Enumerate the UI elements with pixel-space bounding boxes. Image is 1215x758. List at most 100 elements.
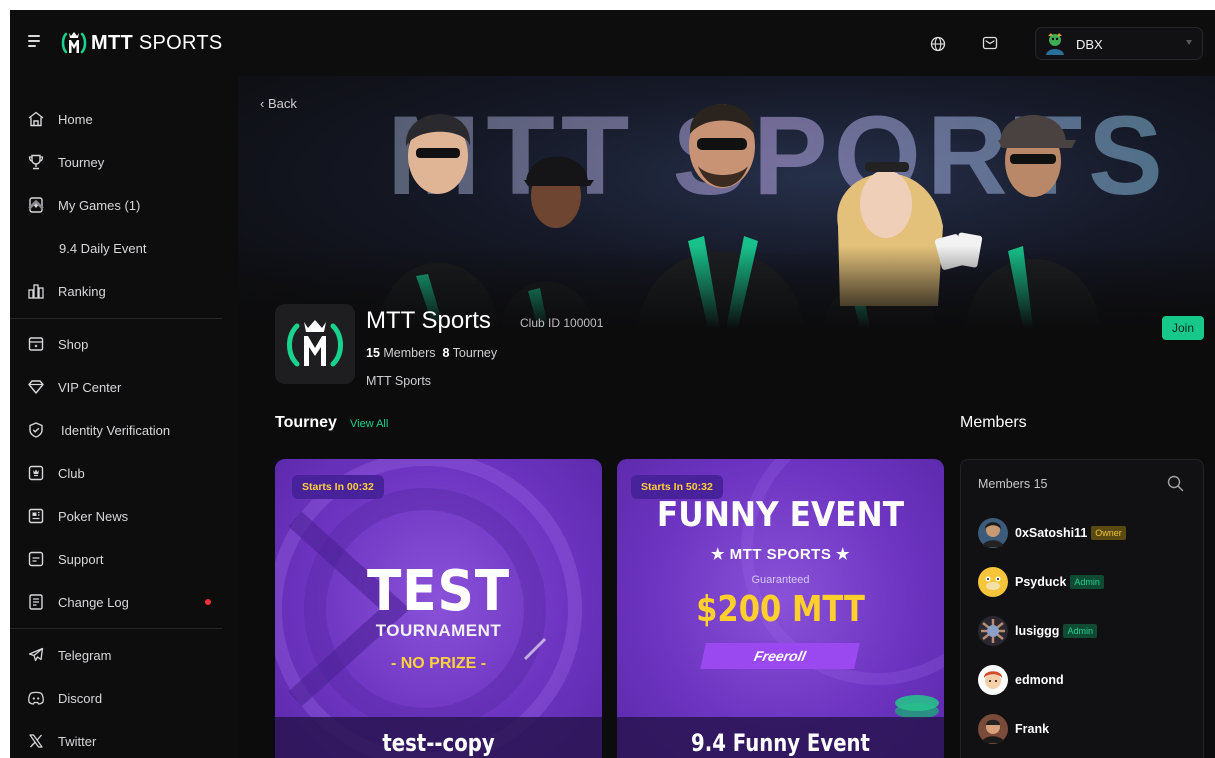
sidebar-item-label: Shop	[58, 336, 89, 352]
inbox-icon[interactable]	[982, 35, 998, 51]
join-button[interactable]: Join	[1162, 316, 1204, 340]
member-name: Psyduck	[1015, 575, 1067, 589]
sidebar-item-label: Tourney	[58, 154, 105, 170]
club-description: MTT Sports	[366, 374, 432, 388]
sidebar-item-change-log[interactable]: Change Log	[10, 585, 238, 619]
role-badge: Admin	[1063, 624, 1097, 638]
sidebar-divider	[10, 628, 222, 629]
card-art-prize: $200 MTT	[696, 589, 865, 630]
sidebar-item-telegram[interactable]: Telegram	[10, 638, 238, 672]
card-art-guaranteed: Guaranteed	[751, 574, 810, 586]
chevron-up-icon[interactable]	[27, 196, 45, 214]
sidebar-item-tourney[interactable]: Tourney	[10, 145, 238, 179]
sidebar: Home Tourney My Games (1) 9.4 Daily Even…	[10, 76, 238, 758]
sidebar-item-label: Telegram	[58, 647, 112, 663]
member-row[interactable]: edmond	[977, 663, 1197, 697]
member-row[interactable]: Psyduck Admin	[977, 565, 1197, 599]
card-title: test--copy	[382, 729, 495, 757]
sidebar-item-identity-verification[interactable]: Identity Verification	[10, 413, 238, 447]
sidebar-item-discord[interactable]: Discord	[10, 681, 238, 715]
avatar	[978, 567, 1008, 597]
avatar	[978, 616, 1008, 646]
user-menu[interactable]: DBX	[1035, 27, 1203, 60]
tourney-card[interactable]: Starts In 50:32 FUNNY EVENT ★ MTT SPORTS…	[617, 459, 944, 758]
member-row[interactable]: 0xSatoshi11 Owner	[977, 516, 1197, 550]
user-avatar	[1046, 33, 1064, 55]
user-name: DBX	[1076, 37, 1103, 52]
club-name: MTT Sports	[366, 307, 491, 334]
news-icon	[28, 508, 44, 524]
sidebar-item-daily-event[interactable]: 9.4 Daily Event	[10, 231, 238, 265]
back-link[interactable]: ‹ Back	[260, 96, 297, 111]
sidebar-item-club[interactable]: Club	[10, 456, 238, 490]
role-badge: Owner	[1091, 526, 1126, 540]
sidebar-item-shop[interactable]: Shop	[10, 327, 238, 361]
sidebar-item-label: Poker News	[58, 508, 129, 524]
changelog-icon	[29, 594, 43, 610]
globe-icon[interactable]	[930, 36, 946, 52]
shop-icon	[28, 337, 44, 351]
trophy-icon	[28, 154, 44, 170]
club-id: Club ID 100001	[520, 316, 604, 330]
mtt-logo-icon	[61, 32, 87, 54]
search-icon[interactable]	[1167, 475, 1184, 492]
chevron-down-icon	[1186, 40, 1192, 45]
club-icon	[28, 465, 44, 481]
members-count: Members 15	[978, 477, 1048, 491]
telegram-icon	[28, 647, 44, 662]
sidebar-item-label: VIP Center	[58, 379, 122, 395]
top-bar: MTT SPORTS DBX	[10, 10, 1215, 76]
card-art-freeroll: Freeroll	[700, 643, 860, 669]
role-badge: Admin	[1070, 575, 1104, 589]
member-row[interactable]: lusiggg Admin	[977, 614, 1197, 648]
sidebar-item-label: 9.4 Daily Event	[59, 240, 147, 256]
sidebar-item-label: My Games (1)	[58, 197, 141, 213]
main-content: MTT SPORTS ‹ Back MTT Sports Club ID 100…	[238, 76, 1215, 758]
sidebar-item-twitter[interactable]: Twitter	[10, 724, 238, 758]
sidebar-item-home[interactable]: Home	[10, 102, 238, 136]
member-row[interactable]: Frank	[977, 712, 1197, 746]
sidebar-divider	[10, 318, 222, 319]
card-art-title: FUNNY EVENT	[656, 495, 905, 535]
brand-name: MTT SPORTS	[91, 31, 223, 54]
sidebar-item-support[interactable]: Support	[10, 542, 238, 576]
member-name: edmond	[1015, 673, 1064, 687]
avatar	[978, 665, 1008, 695]
discord-icon	[28, 691, 44, 705]
view-all-link[interactable]: View All	[350, 418, 388, 430]
card-art-subtitle: TOURNAMENT	[375, 621, 502, 640]
sidebar-item-label: Discord	[58, 690, 103, 706]
shield-check-icon	[29, 422, 43, 438]
tourney-card[interactable]: Starts In 00:32 TEST TOURNAMENT - NO PRI…	[275, 459, 602, 758]
card-art-subtitle: ★ MTT SPORTS ★	[711, 546, 850, 563]
hamburger-menu-icon[interactable]	[28, 35, 40, 47]
brand[interactable]: MTT SPORTS	[60, 29, 223, 57]
members-section-title: Members	[960, 414, 1027, 431]
club-logo	[275, 304, 355, 384]
sidebar-item-label: Club	[58, 465, 85, 481]
sidebar-item-poker-news[interactable]: Poker News	[10, 499, 238, 533]
club-stats: 15 Members 8 Tourney	[366, 346, 498, 360]
club-banner: MTT SPORTS ‹ Back	[238, 76, 1215, 328]
home-icon	[28, 111, 44, 127]
sidebar-item-vip-center[interactable]: VIP Center	[10, 370, 238, 404]
sidebar-item-label: Change Log	[58, 594, 129, 610]
avatar	[978, 518, 1008, 548]
sidebar-item-ranking[interactable]: Ranking	[10, 274, 238, 308]
sidebar-item-label: Support	[58, 551, 104, 567]
sidebar-item-label: Identity Verification	[61, 422, 171, 438]
x-twitter-icon	[29, 734, 43, 748]
member-name: 0xSatoshi11	[1015, 526, 1088, 540]
members-panel: Members 15 0xSatoshi11 Owner Psyduck Adm…	[960, 459, 1204, 758]
sidebar-item-label: Ranking	[58, 283, 106, 299]
diamond-icon	[28, 380, 44, 394]
sidebar-item-label: Home	[58, 111, 93, 127]
card-title: 9.4 Funny Event	[691, 729, 870, 757]
sidebar-item-my-games[interactable]: My Games (1)	[10, 188, 238, 222]
notification-dot	[205, 599, 211, 605]
sidebar-item-label: Twitter	[58, 733, 97, 749]
countdown-badge: Starts In 00:32	[292, 475, 384, 499]
card-art-title: TEST	[366, 559, 511, 624]
member-name: Frank	[1015, 722, 1050, 736]
tourney-section-title: Tourney	[275, 414, 337, 431]
